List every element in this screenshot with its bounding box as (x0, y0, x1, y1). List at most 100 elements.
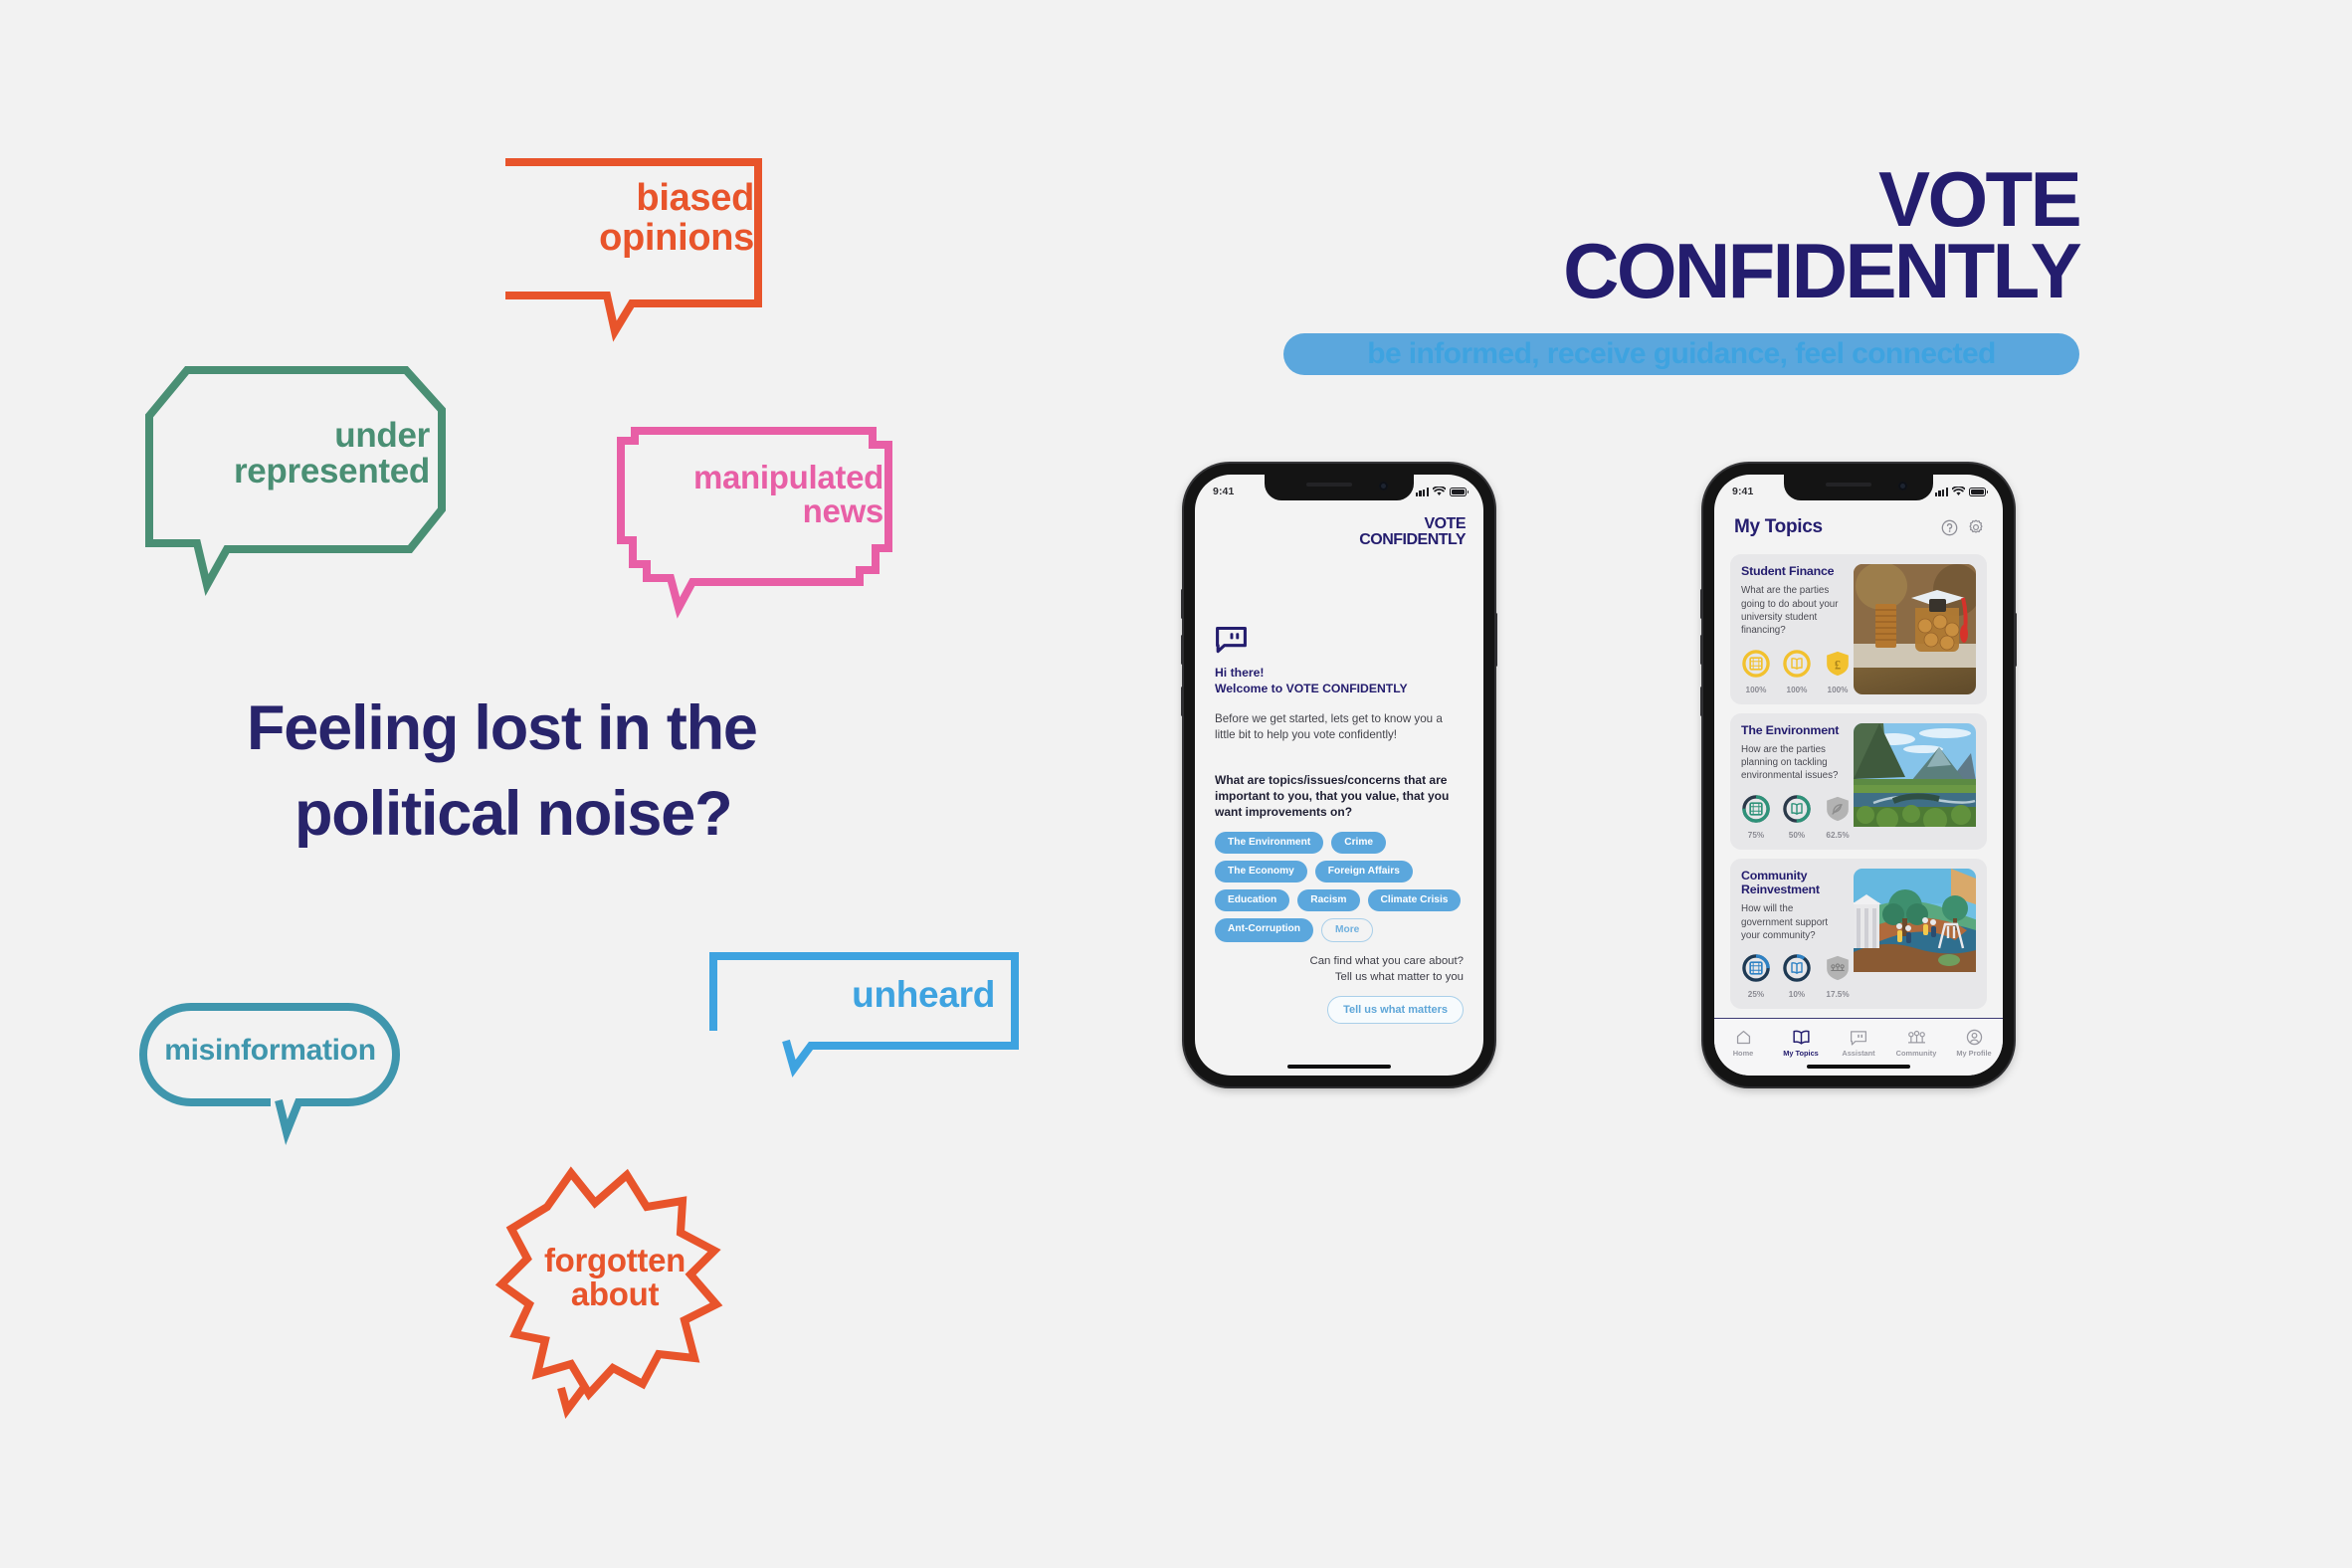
bubble-label: unheard (852, 974, 995, 1015)
phone1-status-bar: 9:41 (1195, 475, 1483, 502)
greeting-brand: VOTE CONFIDENTLY (1285, 682, 1408, 696)
brand-lockup: VOTE CONFIDENTLY be informed, receive gu… (1283, 155, 2082, 375)
card-meters: 25% 10% 17.5% (1741, 953, 1850, 1000)
topic-card-the-environment[interactable]: The Environment How are the parties plan… (1730, 712, 1987, 850)
meter-book: 50% (1782, 794, 1812, 840)
card-title: Student Finance (1741, 564, 1835, 578)
phone-mockup-my-topics: 9:41 My Topics Student Finance What are … (1700, 464, 2017, 1086)
signal-bars-icon (1934, 487, 1948, 496)
meter-pound-shield: £ 100% (1823, 649, 1853, 694)
onboarding-body: Hi there! Welcome to VOTE CONFIDENTLY Be… (1215, 626, 1464, 943)
headline-line-2: political noise? (294, 778, 733, 849)
tab-community[interactable]: Community (1888, 1030, 1944, 1058)
tab-my-topics[interactable]: My Topics (1773, 1029, 1829, 1058)
tab-assistant[interactable]: Assistant (1831, 1030, 1886, 1058)
people-icon (1907, 1030, 1925, 1043)
gear-icon[interactable] (1967, 518, 1985, 536)
greeting-prefix: Welcome to (1215, 682, 1286, 696)
card-title: The Environment (1741, 722, 1840, 737)
topic-card-list[interactable]: Student Finance What are the parties goi… (1730, 554, 1987, 1010)
brand-line-2: CONFIDENTLY (1563, 226, 2081, 314)
wifi-icon (1433, 487, 1446, 495)
tab-label: Assistant (1842, 1048, 1875, 1058)
meter-percent: 17.5% (1826, 990, 1850, 1000)
topic-tag-the-economy[interactable]: The Economy (1215, 860, 1307, 882)
meter-percent: 25% (1747, 990, 1765, 1000)
card-description: How are the parties planning on tackling… (1741, 743, 1839, 782)
bubble-label: under represented (233, 416, 430, 491)
tell-us-what-matters-button[interactable]: Tell us what matters (1327, 996, 1464, 1024)
bubble-label: biased opinions (599, 177, 754, 259)
topic-card-student-finance[interactable]: Student Finance What are the parties goi… (1730, 554, 1987, 704)
topic-card-community-reinvestment[interactable]: Community Reinvestment How will the gove… (1730, 858, 1987, 1010)
meter-percent: 10% (1788, 990, 1806, 1000)
card-meters: 100% 100% £ 100% (1741, 649, 1849, 694)
poster-canvas: biased opinions under represented manipu… (0, 0, 2352, 1568)
status-time: 9:41 (1732, 486, 1754, 497)
meter-percent: 100% (1827, 685, 1849, 694)
speech-bubble-misinformation: misinformation (139, 997, 400, 1145)
card-meters: 75% 50% 62.5% (1741, 794, 1850, 840)
topic-tag-racism[interactable]: Racism (1297, 888, 1360, 912)
meter-percent: 100% (1786, 685, 1808, 694)
thumbnail-art (1854, 722, 1976, 832)
person-icon (1966, 1029, 1982, 1046)
topic-tag-crime[interactable]: Crime (1331, 831, 1387, 854)
book-icon (1783, 794, 1811, 823)
battery-icon (1450, 487, 1470, 496)
phone2-screen: 9:41 My Topics Student Finance What are … (1714, 475, 2003, 1076)
wifi-icon (1952, 487, 1965, 495)
tab-my-profile[interactable]: My Profile (1946, 1029, 2002, 1058)
speech-bubble-forgotten-about: forgotten about (468, 1159, 756, 1419)
app-logo-line-2: CONFIDENTLY (1359, 531, 1466, 549)
topic-tag-climate-crisis[interactable]: Climate Crisis (1367, 888, 1462, 912)
footer-line-2: Tell us what matter to you (1334, 970, 1464, 983)
meter-percent: 50% (1788, 830, 1806, 840)
film-icon (1742, 954, 1770, 982)
onboarding-question: What are topics/issues/concerns that are… (1215, 772, 1450, 819)
footer-line-1: Can find what you care about? (1309, 955, 1464, 968)
card-thumbnail-mountain-lake (1854, 722, 1976, 840)
thumbnail-art (1854, 868, 1976, 972)
book-icon (1792, 1030, 1810, 1045)
card-description: What are the parties going to do about y… (1741, 585, 1839, 637)
chat-bubble-icon (1216, 626, 1247, 654)
tab-label: My Profile (1956, 1049, 1992, 1058)
brand-line-1: VOTE (1878, 155, 2082, 243)
phone-mockup-onboarding: 9:41 VOTE CONFIDENTLY Hi there! Welcome … (1181, 464, 1497, 1086)
battery-icon (1969, 487, 1989, 496)
card-thumbnail-graduation-coins (1854, 564, 1976, 694)
meter-book: 10% (1782, 953, 1812, 999)
topic-tag-list: The Environment Crime The Economy Foreig… (1215, 831, 1464, 943)
topic-tag-foreign-affairs[interactable]: Foreign Affairs (1314, 860, 1413, 882)
meter-people-shield: 17.5% (1823, 953, 1853, 999)
home-indicator (1807, 1065, 1910, 1069)
meter-film: 75% (1741, 794, 1771, 840)
tab-label: Home (1732, 1049, 1754, 1058)
bubble-label: misinformation (164, 1034, 376, 1067)
greeting-line-2: Welcome to VOTE CONFIDENTLY (1215, 681, 1464, 696)
film-icon (1742, 794, 1770, 823)
topic-tag-education[interactable]: Education (1215, 888, 1290, 912)
topic-tag-the-environment[interactable]: The Environment (1215, 831, 1324, 854)
book-icon (1783, 954, 1811, 982)
phone2-status-bar: 9:41 (1714, 475, 2003, 502)
tab-label: Community (1895, 1048, 1937, 1058)
book-icon (1783, 649, 1811, 678)
help-circle-icon[interactable] (1941, 519, 1958, 536)
page-title: My Topics (1734, 516, 1823, 537)
meter-percent: 62.5% (1826, 830, 1850, 840)
card-thumbnail-community-park (1854, 868, 1976, 999)
leaf-shield-icon (1827, 796, 1849, 821)
topic-tag-ant-corruption[interactable]: Ant-Corruption (1215, 918, 1313, 943)
tab-home[interactable]: Home (1715, 1029, 1771, 1058)
meter-percent: 100% (1745, 685, 1767, 694)
svg-text:£: £ (1835, 658, 1841, 672)
onboarding-footer: Can find what you care about? Tell us wh… (1309, 954, 1464, 1024)
card-description: How will the government support your com… (1741, 903, 1829, 941)
topic-tag-more-button[interactable]: More (1321, 918, 1374, 943)
app-logo-line-1: VOTE (1424, 515, 1466, 532)
brand-tagline: be informed, receive guidance, feel conn… (1283, 332, 2079, 375)
page-headline: Feeling lost in the political noise? (247, 686, 1003, 857)
pound-shield-icon: £ (1827, 651, 1849, 676)
